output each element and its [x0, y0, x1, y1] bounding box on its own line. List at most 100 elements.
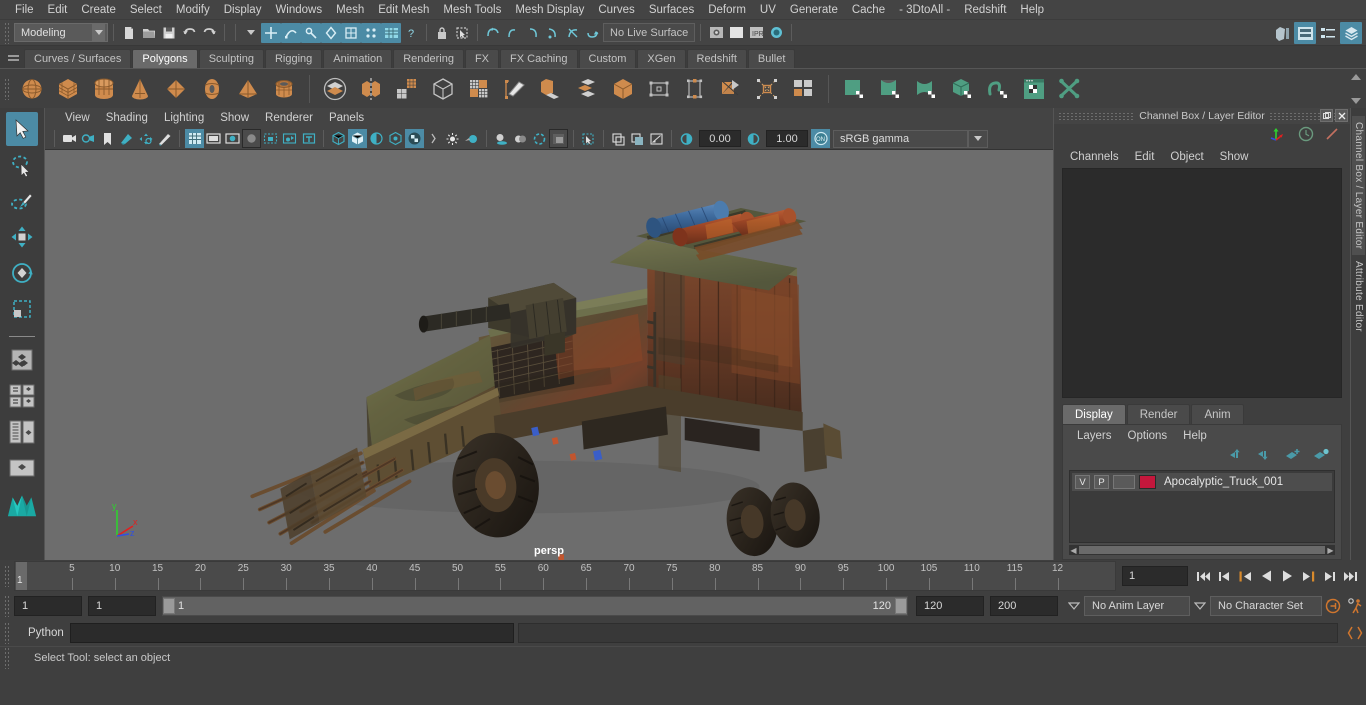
channel-box-list[interactable] — [1062, 168, 1342, 398]
lighting-all-icon[interactable] — [462, 129, 481, 148]
shelf-tab-polygons[interactable]: Polygons — [132, 49, 198, 68]
playback-start-field[interactable]: 1 — [88, 596, 156, 616]
vtab-channel-box-layer-editor[interactable]: Channel Box / Layer Editor — [1352, 116, 1365, 256]
shelf-poly-sphere-icon[interactable] — [16, 73, 48, 105]
menu-modify[interactable]: Modify — [169, 2, 217, 18]
xray-joints-icon[interactable] — [261, 129, 280, 148]
animation-start-field[interactable]: 1 — [14, 596, 82, 616]
time-slider[interactable]: 1 5 10 15 20 25 30 35 40 45 50 55 60 65 70 75 80 85 90 95 1… — [14, 561, 1116, 591]
range-slider-grip[interactable] — [4, 595, 11, 617]
snap-to-curve-icon[interactable] — [281, 22, 301, 43]
layer-list[interactable]: V P Apocalyptic_Truck_001 — [1069, 470, 1335, 543]
shelf-uv-automatic-icon[interactable] — [946, 73, 978, 105]
show-hide-modeling-toolkit-icon[interactable] — [1271, 22, 1293, 44]
shaded-icon[interactable] — [348, 129, 367, 148]
layer-name[interactable]: Apocalyptic_Truck_001 — [1164, 476, 1283, 488]
shelf-quad-draw-icon[interactable] — [715, 73, 747, 105]
undock-icon[interactable] — [1320, 109, 1333, 122]
menu-mesh[interactable]: Mesh — [329, 2, 371, 18]
command-line-grip[interactable] — [4, 622, 11, 644]
playback-end-field[interactable]: 120 — [916, 596, 984, 616]
shelf-grip[interactable] — [4, 77, 11, 100]
tool-lasso-select[interactable] — [6, 148, 38, 182]
gate-mask-icon[interactable] — [242, 129, 261, 148]
viewport-scroll-icon[interactable] — [424, 129, 443, 148]
menu-3dtoall[interactable]: - 3DtoAll - — [892, 2, 957, 18]
command-input[interactable] — [70, 623, 514, 643]
layout-single-perspective[interactable] — [6, 343, 38, 377]
shelf-tab-bullet[interactable]: Bullet — [747, 49, 796, 68]
shelf-separate-icon[interactable] — [355, 73, 387, 105]
layer-playback-toggle[interactable]: P — [1094, 475, 1109, 489]
shelf-smooth-icon[interactable] — [391, 73, 423, 105]
snap-to-point-icon[interactable] — [301, 22, 321, 43]
channel-menu-edit[interactable]: Edit — [1127, 150, 1163, 164]
play-forwards-icon[interactable] — [1278, 565, 1297, 587]
range-bar[interactable]: 1 120 — [162, 596, 908, 616]
shelf-tiles-icon[interactable] — [787, 73, 819, 105]
shelf-tab-custom[interactable]: Custom — [578, 49, 637, 68]
texture-toggle-icon[interactable] — [405, 129, 424, 148]
shelf-scroll-arrows[interactable] — [1348, 72, 1364, 106]
menu-deform[interactable]: Deform — [701, 2, 753, 18]
step-forward-frame-icon[interactable] — [1299, 565, 1318, 587]
shelf-target-weld-icon[interactable] — [751, 73, 783, 105]
panel-grip-left[interactable] — [1058, 111, 1136, 121]
shelf-poly-prism-icon[interactable] — [232, 73, 264, 105]
menu-redshift[interactable]: Redshift — [957, 2, 1013, 18]
delete-history-icon[interactable] — [563, 23, 583, 43]
truck-model[interactable] — [45, 150, 1053, 560]
menu-set-selector[interactable]: Modeling — [14, 23, 108, 42]
layer-reference-toggle[interactable] — [1113, 475, 1135, 489]
anim-layer-field[interactable]: No Anim Layer — [1084, 596, 1190, 616]
shelf-uv-unfold-icon[interactable] — [982, 73, 1014, 105]
auto-keyframe-toggle-icon[interactable] — [1322, 595, 1344, 617]
lock-icon[interactable] — [432, 23, 452, 43]
shelf-poly-torus-icon[interactable] — [196, 73, 228, 105]
new-scene-icon[interactable] — [119, 23, 139, 43]
snap-to-pixel-icon[interactable] — [381, 22, 401, 43]
scroll-left-icon[interactable]: ◀ — [1069, 546, 1078, 555]
go-to-end-icon[interactable] — [1341, 565, 1360, 587]
shelf-uv-editor-icon[interactable] — [1018, 73, 1050, 105]
hypershade-render-icon[interactable] — [766, 23, 786, 43]
shelf-poke-face-icon[interactable] — [679, 73, 711, 105]
viewport-menu-renderer[interactable]: Renderer — [257, 111, 321, 125]
menu-mesh-tools[interactable]: Mesh Tools — [436, 2, 508, 18]
layout-outliner-persp[interactable] — [6, 415, 38, 449]
channel-menu-channels[interactable]: Channels — [1062, 150, 1127, 164]
layer-list-horizontal-scrollbar[interactable]: ◀ ▶ — [1069, 545, 1335, 555]
shelf-uv-cylindrical-icon[interactable] — [874, 73, 906, 105]
select-by-name-icon[interactable] — [452, 23, 472, 43]
shelf-tab-curves-surfaces[interactable]: Curves / Surfaces — [24, 49, 132, 68]
step-back-frame-icon[interactable] — [1236, 565, 1255, 587]
shelf-poly-cube-icon[interactable] — [52, 73, 84, 105]
layer-menu-help[interactable]: Help — [1175, 429, 1215, 443]
shelf-tab-xgen[interactable]: XGen — [637, 49, 686, 68]
scrollbar-thumb[interactable] — [1079, 546, 1325, 554]
shelf-uv-spherical-icon[interactable] — [910, 73, 942, 105]
menu-uv[interactable]: UV — [753, 2, 783, 18]
status-line-grip[interactable] — [4, 21, 11, 44]
shelf-poly-plane-icon[interactable] — [160, 73, 192, 105]
history-refresh-icon[interactable] — [583, 23, 603, 43]
viewport-menu-panels[interactable]: Panels — [321, 111, 372, 125]
channel-menu-show[interactable]: Show — [1212, 150, 1257, 164]
shelf-poly-cylinder-icon[interactable] — [88, 73, 120, 105]
show-hide-tool-settings-icon[interactable] — [1317, 22, 1339, 44]
tab-render[interactable]: Render — [1126, 404, 1191, 424]
construction-hist-node-icon[interactable] — [543, 23, 563, 43]
grid-toggle-icon[interactable] — [185, 129, 204, 148]
tool-paint-select[interactable] — [6, 184, 38, 218]
tool-move[interactable] — [6, 220, 38, 254]
snap-make-live-icon[interactable] — [361, 22, 381, 43]
xray-active-icon[interactable] — [280, 129, 299, 148]
move-layer-down-icon[interactable] — [1257, 448, 1273, 464]
anim-layer-dropdown-icon[interactable] — [1064, 596, 1084, 616]
output-connections-icon[interactable] — [523, 23, 543, 43]
create-layer-from-selected-icon[interactable] — [1285, 448, 1301, 464]
shelf-poly-cone-icon[interactable] — [124, 73, 156, 105]
shelf-combine-icon[interactable] — [319, 73, 351, 105]
exposure-icon[interactable] — [677, 129, 696, 148]
layout-four-view[interactable] — [6, 379, 38, 413]
